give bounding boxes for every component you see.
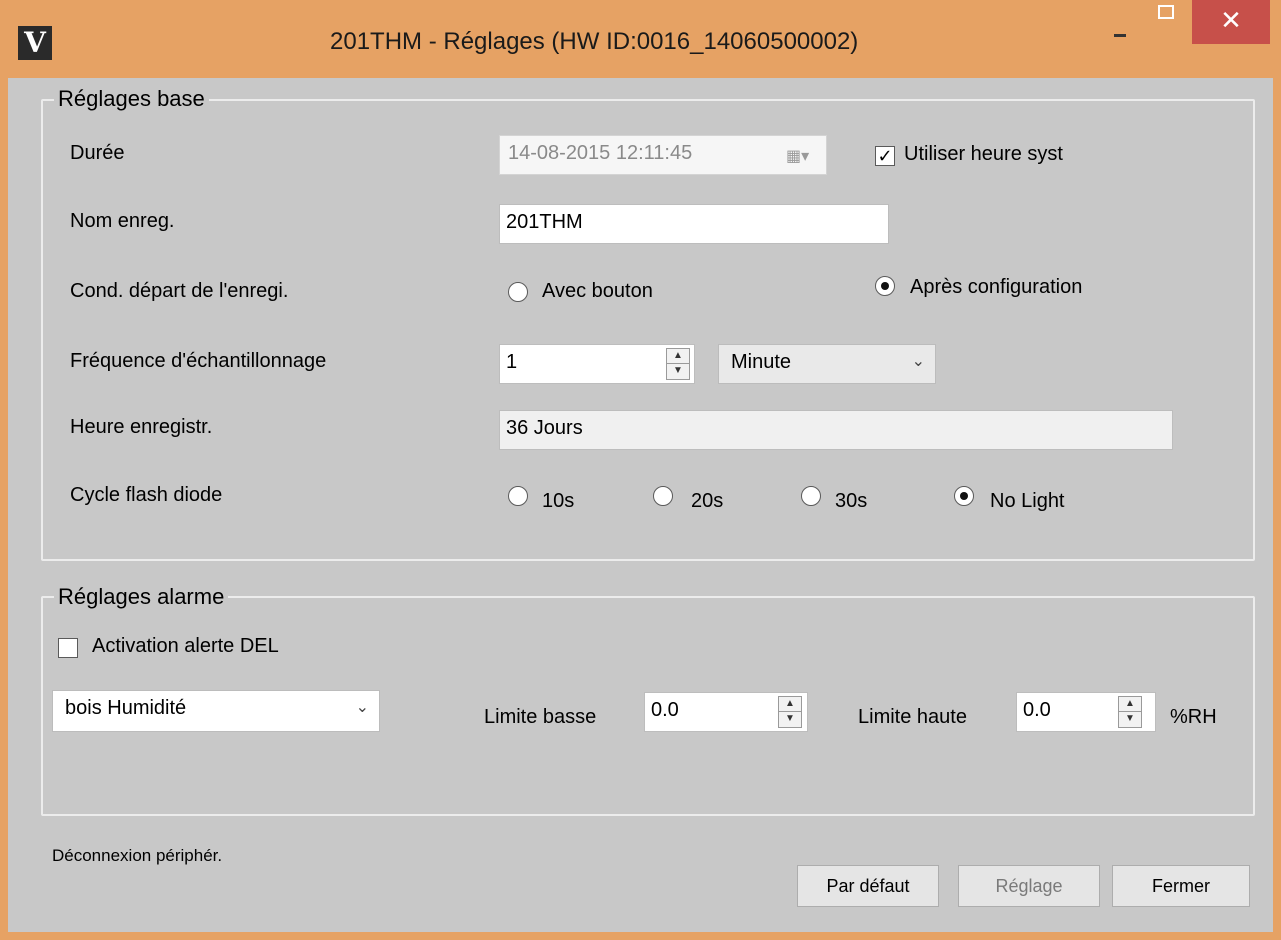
spin-up-icon[interactable]: ▲ — [1119, 697, 1141, 712]
minimize-button[interactable] — [1104, 0, 1136, 44]
spin-down-icon[interactable]: ▼ — [779, 712, 801, 727]
app-logo-icon: V — [18, 26, 52, 60]
start-with-button-radio[interactable] — [508, 282, 528, 302]
flash-no-light-radio[interactable] — [954, 486, 974, 506]
start-condition-label: Cond. départ de l'enregi. — [70, 280, 289, 302]
start-with-button-label[interactable]: Avec bouton — [542, 280, 653, 303]
unit-label: %RH — [1170, 706, 1217, 728]
apply-button[interactable]: Réglage — [958, 865, 1100, 907]
alarm-settings-title: Réglages alarme — [54, 584, 229, 610]
dialog-body: Réglages base Durée 14-08-2015 12:11:45 … — [8, 78, 1273, 932]
flash-30s-label[interactable]: 30s — [835, 490, 867, 513]
sampling-unit-select[interactable]: Minute ⌄ — [718, 344, 936, 384]
led-alert-label[interactable]: Activation alerte DEL — [92, 635, 279, 658]
close-icon: ✕ — [1220, 5, 1242, 35]
datetime-picker[interactable]: 14-08-2015 12:11:45 ▦▾ — [499, 135, 827, 175]
low-limit-label: Limite basse — [484, 706, 597, 728]
spin-down-icon[interactable]: ▼ — [667, 364, 689, 379]
status-text: Déconnexion périphér. — [52, 846, 223, 865]
flash-no-light-label[interactable]: No Light — [990, 490, 1065, 513]
datetime-value: 14-08-2015 12:11:45 — [508, 142, 693, 164]
window-title: 201THM - Réglages (HW ID:0016_1406050000… — [330, 28, 859, 55]
sampling-frequency-label: Fréquence d'échantillonnage — [70, 350, 327, 372]
chevron-down-icon: ⌄ — [355, 699, 369, 716]
high-limit-spinner[interactable]: ▲ ▼ — [1118, 696, 1142, 728]
led-alert-checkbox[interactable] — [58, 638, 78, 658]
sampling-frequency-spinner[interactable]: ▲ ▼ — [666, 348, 690, 380]
flash-10s-label[interactable]: 10s — [542, 490, 574, 513]
record-name-label: Nom enreg. — [70, 210, 175, 232]
flash-10s-radio[interactable] — [508, 486, 528, 506]
record-name-input[interactable]: 201THM — [499, 204, 889, 244]
default-button[interactable]: Par défaut — [797, 865, 939, 907]
led-flash-cycle-label: Cycle flash diode — [70, 484, 223, 506]
title-bar: V 201THM - Réglages (HW ID:0016_14060500… — [0, 0, 1281, 86]
settings-window: V 201THM - Réglages (HW ID:0016_14060500… — [0, 0, 1281, 940]
base-settings-title: Réglages base — [54, 86, 209, 112]
flash-20s-radio[interactable] — [653, 486, 673, 506]
low-limit-spinner[interactable]: ▲ ▼ — [778, 696, 802, 728]
flash-30s-radio[interactable] — [801, 486, 821, 506]
calendar-dropdown-icon[interactable]: ▦▾ — [786, 146, 816, 166]
start-after-config-radio[interactable] — [875, 276, 895, 296]
recording-time-label: Heure enregistr. — [70, 416, 213, 438]
spin-up-icon[interactable]: ▲ — [667, 349, 689, 364]
alarm-sensor-value: bois Humidité — [65, 697, 187, 719]
close-window-button[interactable]: ✕ — [1192, 0, 1270, 44]
start-after-config-label[interactable]: Après configuration — [910, 276, 1082, 299]
maximize-button[interactable] — [1144, 0, 1182, 44]
alarm-sensor-select[interactable]: bois Humidité ⌄ — [52, 690, 380, 732]
spin-down-icon[interactable]: ▼ — [1119, 712, 1141, 727]
close-button[interactable]: Fermer — [1112, 865, 1250, 907]
sampling-unit-value: Minute — [731, 351, 792, 373]
chevron-down-icon: ⌄ — [911, 353, 925, 370]
high-limit-label: Limite haute — [858, 706, 967, 728]
use-system-time-checkbox[interactable]: ✓ — [875, 146, 895, 166]
duration-label: Durée — [70, 142, 125, 164]
use-system-time-label[interactable]: Utiliser heure syst — [904, 143, 1063, 166]
flash-20s-label[interactable]: 20s — [691, 490, 723, 513]
spin-up-icon[interactable]: ▲ — [779, 697, 801, 712]
recording-time-field: 36 Jours — [499, 410, 1173, 450]
